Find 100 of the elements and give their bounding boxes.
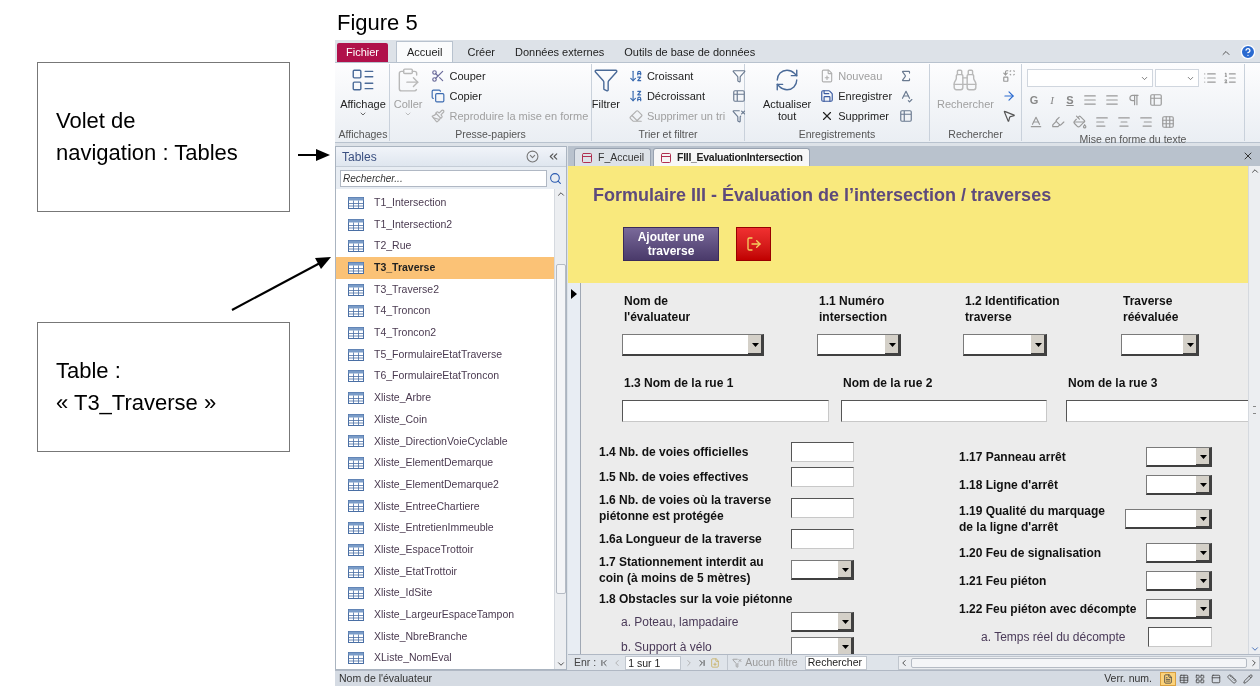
search-field[interactable]: Rechercher...	[340, 169, 547, 187]
table-item[interactable]: Xliste_EntretienImmeuble	[336, 517, 554, 539]
align-right-icon[interactable]	[1139, 115, 1153, 129]
scrollbar[interactable]	[1248, 166, 1260, 654]
ribbon-button[interactable]: Décroissant	[625, 86, 729, 106]
borders-icon[interactable]	[1161, 115, 1175, 129]
arrow-right-icon[interactable]	[1001, 89, 1016, 103]
table-item[interactable]: T3_Traverse2	[336, 278, 554, 301]
text-field[interactable]	[791, 442, 854, 462]
ribbon-tab[interactable]: Accueil	[396, 41, 454, 62]
toggle-filter-icon[interactable]	[732, 109, 747, 123]
search-icon[interactable]	[549, 171, 562, 185]
text-field[interactable]	[791, 467, 854, 487]
combo-box[interactable]	[817, 334, 901, 356]
table-item[interactable]: Xliste_DirectionVoieCyclable	[336, 430, 554, 453]
text-field[interactable]	[1066, 400, 1248, 422]
table-item[interactable]: Xliste_ElementDemarque	[336, 452, 554, 474]
combo-box[interactable]	[1121, 334, 1199, 356]
table-item[interactable]: T3_Traverse	[336, 257, 554, 279]
scroll-right-icon[interactable]	[1249, 657, 1259, 668]
combo-box[interactable]	[1146, 475, 1212, 495]
scroll-down-icon[interactable]	[555, 659, 566, 669]
table-item[interactable]: Xliste_ElementDemarque2	[336, 473, 554, 496]
table-item[interactable]: T4_Troncon2	[336, 322, 554, 344]
table-item[interactable]: Xliste_Coin	[336, 408, 554, 431]
scroll-up-icon[interactable]	[555, 189, 566, 199]
view-button[interactable]	[1240, 671, 1256, 686]
text-field[interactable]	[791, 498, 854, 518]
combo-box[interactable]	[1146, 543, 1212, 563]
table-item[interactable]: T5_FormulaireEtatTraverse	[336, 343, 554, 366]
pointer-icon[interactable]	[1001, 109, 1016, 123]
ribbon-button[interactable]: Croissant	[625, 66, 729, 86]
help-icon[interactable]	[1240, 44, 1256, 60]
record-position-field[interactable]: 1 sur 1	[625, 655, 682, 670]
fill-color-icon[interactable]	[1073, 115, 1087, 129]
combo-box[interactable]	[622, 334, 764, 356]
last-record-icon[interactable]	[697, 657, 708, 668]
search-field[interactable]: Rechercher	[804, 655, 867, 670]
format-button[interactable]: I	[1045, 91, 1059, 109]
highlight-icon[interactable]	[1051, 115, 1065, 129]
combo-box[interactable]	[1146, 571, 1212, 591]
table-item[interactable]: Xliste_IdSite	[336, 582, 554, 605]
combo-box[interactable]	[1146, 447, 1212, 467]
font-color-icon[interactable]	[1029, 115, 1043, 129]
filter-options-icon[interactable]	[732, 69, 747, 83]
table-item[interactable]: T1_Intersection2	[336, 213, 554, 236]
scrollbar[interactable]	[554, 189, 566, 669]
scroll-down-icon[interactable]	[1249, 644, 1260, 654]
combo-box[interactable]	[1146, 599, 1212, 619]
first-record-icon[interactable]	[599, 657, 610, 668]
ribbon-tab[interactable]: Outils de base de données	[618, 43, 762, 62]
spelling-icon[interactable]	[899, 89, 914, 103]
text-field[interactable]	[622, 400, 829, 422]
view-button[interactable]	[1224, 671, 1240, 686]
ribbon-tab[interactable]: Fichier	[337, 43, 388, 62]
paragraph-icon[interactable]	[1127, 93, 1141, 107]
ribbon-tab[interactable]: Données externes	[509, 43, 611, 62]
table-item[interactable]: Xliste_Arbre	[336, 387, 554, 409]
record-selector[interactable]	[568, 283, 581, 654]
ribbon-button[interactable]: Affichage	[336, 64, 390, 127]
table-item[interactable]: T1_Intersection	[336, 192, 554, 214]
close-icon[interactable]	[1242, 150, 1254, 162]
table-item[interactable]: T6_FormulaireEtatTroncon	[336, 365, 554, 388]
table-item[interactable]: Xliste_NbreBranche	[336, 625, 554, 648]
table-item[interactable]: Xliste_LargeurEspaceTampon	[336, 604, 554, 626]
combo-box[interactable]	[963, 334, 1047, 356]
exit-button[interactable]	[736, 227, 771, 261]
text-field[interactable]	[1148, 627, 1212, 647]
ribbon-button[interactable]: Actualiser tout	[758, 64, 816, 127]
numbered-list-icon[interactable]	[1223, 71, 1237, 85]
combo-box[interactable]	[791, 637, 854, 654]
collapse-pane-icon[interactable]	[547, 150, 560, 163]
horizontal-scrollbar[interactable]	[897, 655, 1260, 670]
text-field[interactable]	[791, 529, 854, 549]
scroll-up-icon[interactable]	[1249, 166, 1260, 176]
table-item[interactable]: Xliste_EspaceTrottoir	[336, 539, 554, 561]
table-item[interactable]: XListe_NomEval	[336, 647, 554, 669]
document-tab[interactable]: FIII_EvaluationIntersection	[653, 148, 810, 166]
table-item[interactable]: Xliste_EntreeChartiere	[336, 495, 554, 518]
combo-box[interactable]	[791, 612, 854, 632]
ribbon-button[interactable]: Supprimer	[817, 106, 896, 126]
table-item[interactable]: T2_Rue	[336, 235, 554, 258]
text-field[interactable]	[841, 400, 1047, 422]
bullet-list-icon[interactable]	[1203, 71, 1217, 85]
table-item[interactable]: Xliste_EtatTrottoir	[336, 560, 554, 583]
gridlines-icon[interactable]	[1149, 93, 1163, 107]
align-center-icon[interactable]	[1117, 115, 1131, 129]
document-tab[interactable]: F_Accueil	[574, 148, 652, 166]
align-left-icon[interactable]	[1095, 115, 1109, 129]
table-icon	[348, 261, 364, 274]
pane-menu-icon[interactable]	[526, 150, 539, 163]
add-crossing-button[interactable]: Ajouter une traverse	[623, 227, 719, 261]
table-item[interactable]: T4_Troncon	[336, 300, 554, 323]
view-button[interactable]	[1160, 671, 1176, 686]
replace-icon[interactable]	[1001, 69, 1016, 83]
group-label: Affichages	[337, 127, 389, 141]
ribbon-button[interactable]: Enregistrer	[817, 86, 896, 106]
ribbon-tab[interactable]: Créer	[461, 43, 501, 62]
combo-box[interactable]	[791, 560, 854, 580]
combo-box[interactable]	[1125, 509, 1212, 529]
